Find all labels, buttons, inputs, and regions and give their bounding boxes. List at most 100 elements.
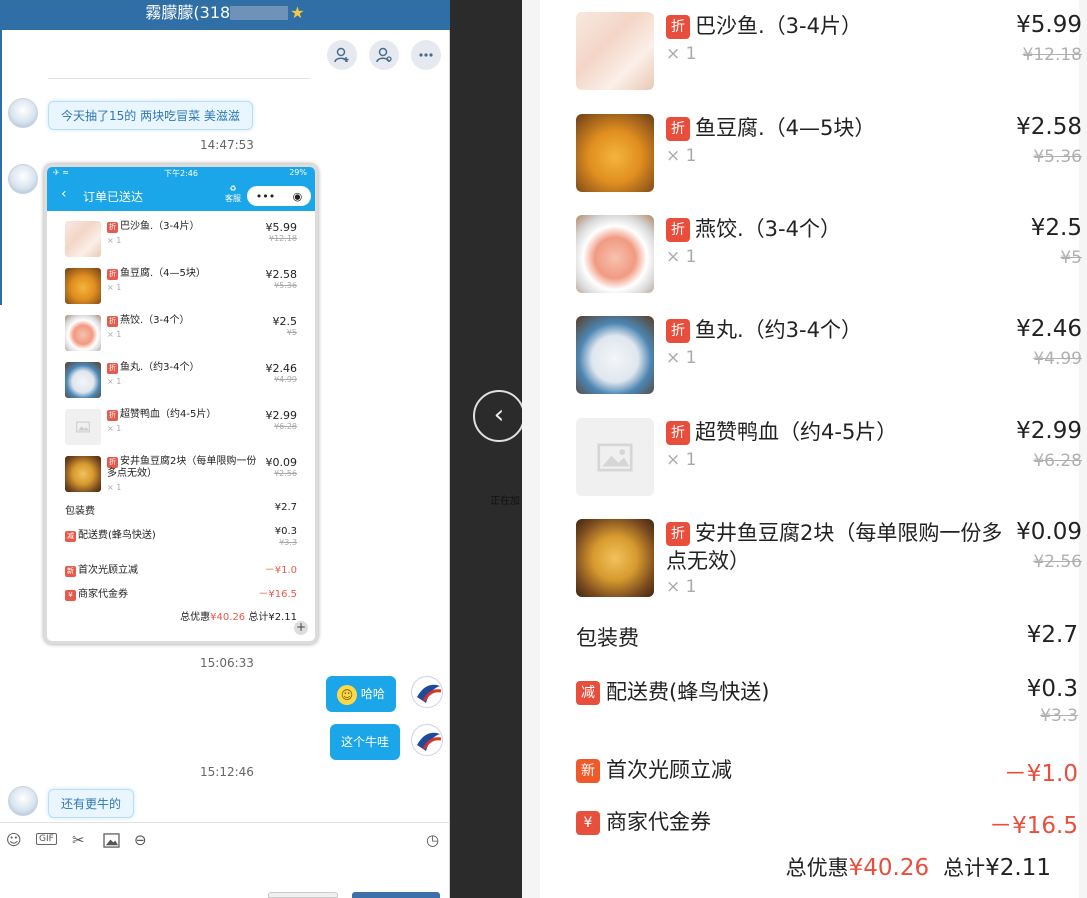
screen: 霧朦朦(318 ★ 今天抽了15的 两块吃冒菜 美滋滋 14:47:53 ✈ ≈ … (0, 0, 1087, 898)
item-name-text: 超赞鸭血（约4-5片） (120, 409, 217, 420)
item-name: 折鱼丸.（约3-4个） (107, 362, 262, 374)
more-icon[interactable]: ⊖ (134, 831, 147, 849)
capsule-close-icon: ◉ (292, 189, 303, 203)
image-icon[interactable] (103, 833, 120, 852)
my-avatar (411, 724, 443, 756)
item-name-text: 燕饺.（3-4个） (695, 217, 841, 241)
item-name-text: 鱼丸.（约3-4个） (695, 318, 862, 342)
user-settings-button[interactable] (369, 40, 399, 70)
total-discount-label: 总优惠 (180, 612, 211, 623)
reduce-tag: 减 (65, 531, 76, 542)
message-bubble[interactable]: 这个牛哇 (330, 724, 401, 760)
image-placeholder-icon (65, 409, 101, 445)
voucher-tag: ¥ (576, 811, 600, 835)
send-button[interactable] (352, 892, 440, 898)
item-price: ¥2.58 (1016, 114, 1082, 140)
image-message[interactable]: ✈ ≈ 下午2:46 29% ‹ 订单已送达 ♻ 客服 ••• ◉ 折巴沙鱼.（3-… (44, 164, 318, 644)
delivery-old-value: ¥3.3 (1040, 706, 1078, 726)
add-user-icon (334, 47, 349, 63)
discount-tag: 折 (107, 363, 118, 374)
item-name-text: 安井鱼豆腐2块（每单限购一份多点无效） (666, 521, 1003, 573)
list-item: 折巴沙鱼.（3-4片） × 1 ¥5.99 ¥12.18 (65, 221, 297, 261)
item-old-price: ¥4.99 (1033, 349, 1082, 369)
item-name-text: 巴沙鱼.（3-4片） (695, 14, 862, 38)
message-bubble[interactable]: 今天抽了15的 两块吃冒菜 美滋滋 (48, 101, 253, 130)
message-bubble[interactable]: ☺ 哈哈 (326, 676, 396, 712)
order-total: 总优惠¥40.26 总计¥2.11 (180, 608, 297, 623)
avatar (8, 98, 38, 128)
voucher-row: ¥ 商家代金券 －¥16.5 (65, 585, 297, 601)
discount-tag: 折 (107, 410, 118, 421)
delivery-label: 配送费(蜂鸟快送) (78, 530, 156, 541)
close-button[interactable] (268, 892, 338, 898)
item-name: 折巴沙鱼.（3-4片） (107, 221, 262, 233)
list-item: 折超赞鸭血（约4-5片） × 1 ¥2.99 ¥6.28 (65, 409, 297, 449)
item-qty: × 1 (107, 236, 122, 245)
new-tag: 新 (576, 759, 600, 783)
item-qty: × 1 (107, 424, 122, 433)
gif-icon[interactable]: GIF (36, 833, 57, 845)
chat-title: 霧朦朦(318 (145, 3, 231, 22)
item-name: 折鱼丸.（约3-4个） (666, 316, 1006, 344)
item-name: 折安井鱼豆腐2块（每单限购一份多点无效） (107, 456, 262, 480)
voucher-row: ¥ 商家代金券 －¥16.5 (576, 806, 1078, 839)
item-qty: × 1 (107, 283, 122, 292)
item-name: 折燕饺.（3-4个） (107, 315, 262, 327)
food-thumbnail (65, 456, 101, 492)
my-avatar (411, 676, 443, 708)
list-item: 折鱼豆腐.（4—5块） × 1 ¥2.58 ¥5.36 (65, 268, 297, 308)
packaging-label: 包装费 (65, 506, 95, 517)
clock-icon[interactable]: ◷ (426, 831, 439, 849)
list-item: 折安井鱼豆腐2块（每单限购一份多点无效） × 1 ¥0.09 ¥2.56 (576, 519, 1082, 609)
input-toolbar: ☺ GIF ✂ ⊖ ◷ (0, 822, 450, 858)
list-item: 折燕饺.（3-4个） × 1 ¥2.5 ¥5 (65, 315, 297, 355)
order-detail: 折巴沙鱼.（3-4片） × 1 ¥5.99 ¥12.18 折鱼豆腐.（4—5块）… (540, 0, 1082, 898)
packaging-row: 包装费 ¥2.7 (65, 502, 297, 517)
capsule-dots: ••• (255, 189, 276, 203)
item-qty: × 1 (107, 330, 122, 339)
first-visit-label: 首次光顾立减 (78, 565, 138, 576)
first-visit-row: 新首次光顾立减 －¥1.0 (65, 561, 297, 577)
packaging-row: 包装费 ¥2.7 (576, 622, 1078, 652)
image-placeholder-icon (576, 418, 654, 496)
discount-tag: 折 (107, 269, 118, 280)
timestamp: 15:06:33 (200, 656, 254, 670)
item-qty: × 1 (666, 146, 697, 166)
previous-image-button[interactable]: ‹ (473, 390, 525, 442)
item-qty: × 1 (666, 348, 697, 368)
item-price: ¥5.99 (1016, 12, 1082, 38)
total-value: ¥2.11 (268, 612, 297, 623)
item-old-price: ¥5.36 (274, 281, 297, 290)
message-text: 哈哈 (360, 687, 385, 701)
service-icon: ♻ 客服 (225, 184, 241, 203)
message-bubble[interactable]: 还有更牛的 (48, 789, 135, 818)
item-old-price: ¥12.18 (1022, 45, 1082, 65)
capsule-menu: ••• ◉ (247, 186, 311, 206)
expand-icon[interactable]: + (294, 621, 308, 635)
item-old-price: ¥2.56 (1033, 552, 1082, 572)
total-value: ¥2.11 (985, 855, 1051, 881)
discount-tag: 折 (107, 316, 118, 327)
delivery-row: 减配送费(蜂鸟快送) ¥0.3 ¥3.3 (576, 676, 1078, 726)
emoji-icon[interactable]: ☺ (6, 831, 22, 849)
total-discount-value: ¥40.26 (210, 612, 246, 623)
item-name: 折鱼豆腐.（4—5块） (107, 268, 262, 280)
reduce-tag: 减 (576, 681, 600, 705)
delivery-label: 配送费(蜂鸟快送) (606, 680, 770, 704)
item-qty: × 1 (666, 450, 697, 470)
item-old-price: ¥6.28 (274, 422, 297, 431)
battery-level: 29% (289, 168, 307, 177)
total-discount-value: ¥40.26 (848, 855, 930, 881)
more-button[interactable] (411, 40, 441, 70)
scissors-icon[interactable]: ✂ (72, 831, 85, 849)
add-friend-button[interactable] (327, 40, 357, 70)
food-thumbnail (576, 215, 654, 293)
item-qty: × 1 (666, 247, 697, 267)
smiley-icon: ☺ (337, 684, 357, 705)
food-thumbnail (576, 12, 654, 90)
item-name-text: 超赞鸭血（约4-5片） (695, 420, 898, 444)
loading-text: 正在加 (490, 496, 520, 507)
packaging-value: ¥2.7 (274, 502, 297, 513)
total-discount-label: 总优惠 (785, 856, 849, 880)
phone-status-bar: ✈ ≈ 下午2:46 29% (47, 167, 315, 181)
